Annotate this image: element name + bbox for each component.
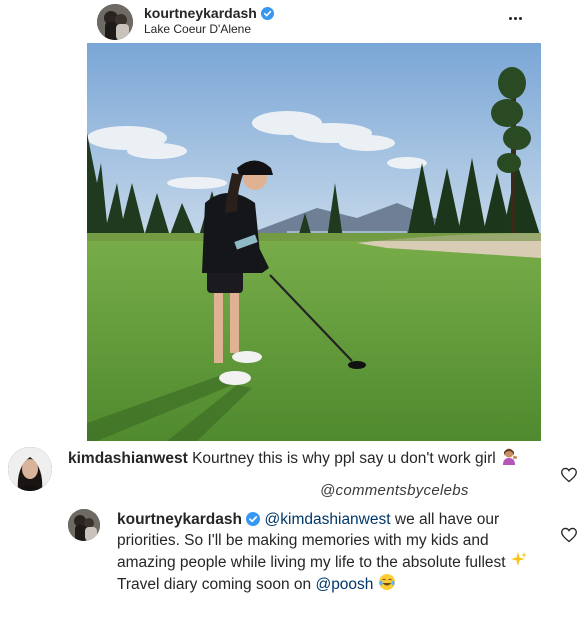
tears-of-joy-emoji <box>378 574 395 590</box>
like-heart-icon[interactable] <box>560 527 578 543</box>
comment-1-username[interactable]: kimdashianwest <box>68 450 188 467</box>
verified-badge-icon <box>246 512 261 526</box>
post-author-avatar[interactable] <box>97 4 133 40</box>
comment-1: kimdashianwest Kourtney this is why ppl … <box>68 447 528 469</box>
post-location[interactable]: Lake Coeur D'Alene <box>144 22 251 36</box>
person-tipping-hand-emoji <box>503 448 517 465</box>
like-heart-icon[interactable] <box>560 467 578 483</box>
comment-2: kourtneykardash @kimdashianwest we all h… <box>117 509 537 595</box>
more-options-icon[interactable] <box>500 8 530 28</box>
post-photo[interactable] <box>87 43 541 441</box>
comment-2-mention[interactable]: @kimdashianwest <box>265 511 391 528</box>
reply-author-avatar[interactable] <box>68 509 100 541</box>
post-author-username[interactable]: kourtneykardash <box>144 5 274 21</box>
post-author-username-text[interactable]: kourtneykardash <box>144 5 257 21</box>
watermark: @commentsbycelebs <box>320 482 469 499</box>
comment-1-body: Kourtney this is why ppl say u don't wor… <box>192 450 496 467</box>
sparkles-emoji <box>510 552 527 566</box>
comment-2-mention-2[interactable]: @poosh <box>315 576 373 593</box>
commenter-avatar[interactable] <box>8 447 52 491</box>
comment-2-body-2: Travel diary coming soon on <box>117 576 312 593</box>
comment-2-username[interactable]: kourtneykardash <box>117 511 242 528</box>
verified-badge-icon <box>260 6 274 20</box>
